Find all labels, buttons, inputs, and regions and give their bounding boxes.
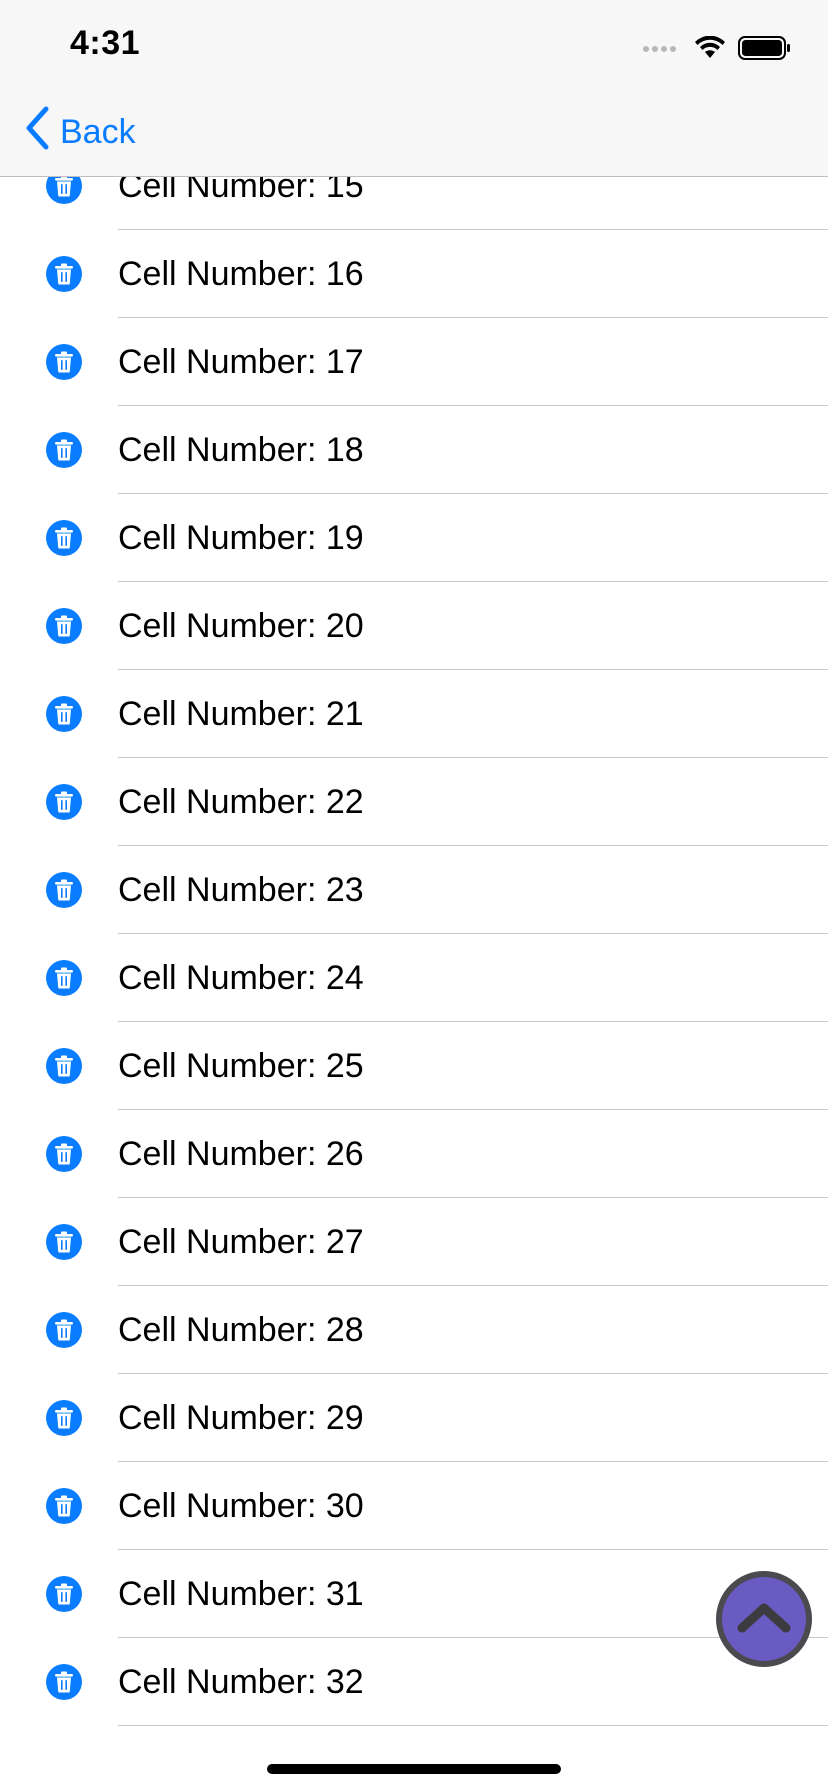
list-item[interactable]: Cell Number: 32 [0, 1638, 828, 1726]
cell-label: Cell Number: 31 [118, 1575, 364, 1613]
navigation-bar: 4:31 Back [0, 0, 828, 177]
list-item[interactable]: Cell Number: 18 [0, 406, 828, 494]
trash-icon[interactable] [46, 520, 82, 556]
list-item[interactable]: Cell Number: 26 [0, 1110, 828, 1198]
trash-icon[interactable] [46, 608, 82, 644]
trash-icon[interactable] [46, 1312, 82, 1348]
back-label: Back [60, 112, 136, 151]
cell-label: Cell Number: 21 [118, 695, 364, 733]
trash-icon[interactable] [46, 1136, 82, 1172]
cell-label: Cell Number: 20 [118, 607, 364, 645]
trash-icon[interactable] [46, 1576, 82, 1612]
trash-icon[interactable] [46, 344, 82, 380]
cell-label: Cell Number: 24 [118, 959, 364, 997]
list-item[interactable]: Cell Number: 16 [0, 230, 828, 318]
home-indicator[interactable] [267, 1764, 561, 1774]
cell-label: Cell Number: 25 [118, 1047, 364, 1085]
trash-icon[interactable] [46, 1400, 82, 1436]
battery-icon [738, 36, 792, 65]
list-item[interactable]: Cell Number: 30 [0, 1462, 828, 1550]
screen: Cell Number: 15 Cell Number: 16 Cell Numbe… [0, 0, 828, 1792]
cell-list[interactable]: Cell Number: 15 Cell Number: 16 Cell Numbe… [0, 0, 828, 1792]
list-item[interactable]: Cell Number: 21 [0, 670, 828, 758]
list-item[interactable]: Cell Number: 31 [0, 1550, 828, 1638]
chevron-left-icon [24, 106, 60, 159]
trash-icon[interactable] [46, 1224, 82, 1260]
list-item[interactable]: Cell Number: 29 [0, 1374, 828, 1462]
list-item[interactable]: Cell Number: 24 [0, 934, 828, 1022]
row-separator [118, 1725, 828, 1726]
cell-label: Cell Number: 23 [118, 871, 364, 909]
status-time: 4:31 [70, 24, 141, 62]
trash-icon[interactable] [46, 1048, 82, 1084]
trash-icon[interactable] [46, 1488, 82, 1524]
status-icons [642, 35, 792, 65]
signal-icon [642, 42, 682, 60]
list-item[interactable]: Cell Number: 19 [0, 494, 828, 582]
trash-icon[interactable] [46, 432, 82, 468]
list-item[interactable]: Cell Number: 25 [0, 1022, 828, 1110]
cell-label: Cell Number: 19 [118, 519, 364, 557]
back-button[interactable]: Back [24, 106, 136, 159]
list-item[interactable]: Cell Number: 28 [0, 1286, 828, 1374]
scroll-to-top-button[interactable] [716, 1571, 812, 1667]
cell-label: Cell Number: 17 [118, 343, 364, 381]
list-item[interactable]: Cell Number: 20 [0, 582, 828, 670]
trash-icon[interactable] [46, 696, 82, 732]
trash-icon[interactable] [46, 872, 82, 908]
cell-label: Cell Number: 26 [118, 1135, 364, 1173]
trash-icon[interactable] [46, 784, 82, 820]
trash-icon[interactable] [46, 1664, 82, 1700]
list-item[interactable]: Cell Number: 23 [0, 846, 828, 934]
cell-label: Cell Number: 28 [118, 1311, 364, 1349]
cell-label: Cell Number: 32 [118, 1663, 364, 1701]
trash-icon[interactable] [46, 256, 82, 292]
cell-label: Cell Number: 22 [118, 783, 364, 821]
trash-icon[interactable] [46, 960, 82, 996]
list-item[interactable]: Cell Number: 22 [0, 758, 828, 846]
wifi-icon [694, 35, 726, 65]
list-item[interactable]: Cell Number: 17 [0, 318, 828, 406]
cell-label: Cell Number: 18 [118, 431, 364, 469]
list-item[interactable]: Cell Number: 27 [0, 1198, 828, 1286]
chevron-up-icon [736, 1600, 792, 1639]
cell-label: Cell Number: 30 [118, 1487, 364, 1525]
cell-label: Cell Number: 29 [118, 1399, 364, 1437]
cell-label: Cell Number: 27 [118, 1223, 364, 1261]
cell-label: Cell Number: 16 [118, 255, 364, 293]
